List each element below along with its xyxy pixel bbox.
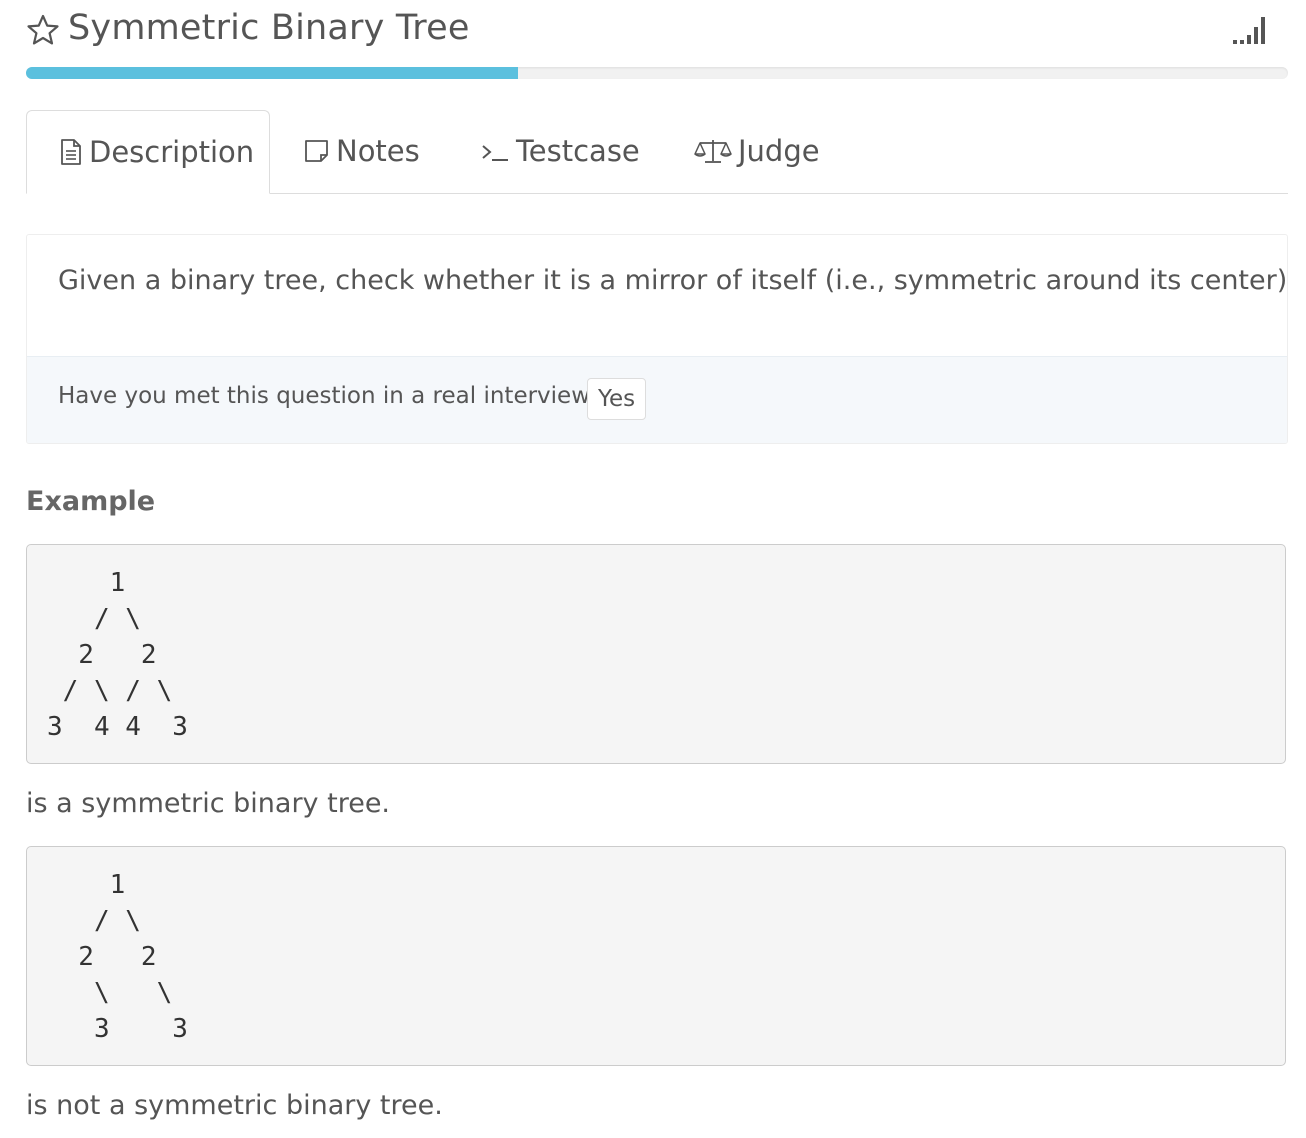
progress-bar-fill	[26, 67, 519, 79]
document-icon	[61, 139, 81, 165]
terminal-icon	[482, 145, 508, 161]
example-caption-not-symmetric: is not a symmetric binary tree.	[26, 1090, 443, 1121]
tab-testcase[interactable]: Testcase	[480, 110, 640, 192]
difficulty-signal-icon	[1233, 17, 1265, 44]
tab-description-label: Description	[89, 135, 255, 169]
example-caption-symmetric: is a symmetric binary tree.	[26, 788, 391, 819]
balance-scale-icon	[694, 140, 732, 163]
star-icon[interactable]	[26, 14, 60, 46]
yes-button[interactable]: Yes	[587, 378, 647, 420]
tab-notes-label: Notes	[336, 134, 420, 168]
example-tree-symmetric: 1 / \ 2 2 / \ / \ 3 4 4 3	[26, 544, 1286, 764]
tab-notes[interactable]: Notes	[304, 110, 420, 192]
interview-question-label: Have you met this question in a real int…	[58, 383, 603, 409]
example-tree-not-symmetric: 1 / \ 2 2 \ \ 3 3	[26, 846, 1286, 1066]
interview-footer: Have you met this question in a real int…	[27, 356, 1287, 443]
note-icon	[305, 140, 328, 162]
tab-testcase-label: Testcase	[516, 134, 640, 168]
description-panel: Given a binary tree, check whether it is…	[26, 234, 1288, 444]
problem-tabs: Description Notes Testcase Judge	[26, 110, 1288, 194]
problem-description: Given a binary tree, check whether it is…	[58, 265, 1288, 296]
problem-header: Symmetric Binary Tree	[26, 0, 1288, 60]
problem-title: Symmetric Binary Tree	[68, 8, 470, 48]
progress-bar	[26, 67, 1288, 79]
tab-description[interactable]: Description	[26, 110, 270, 194]
example-heading: Example	[26, 486, 156, 517]
tab-judge[interactable]: Judge	[694, 110, 820, 192]
tab-judge-label: Judge	[738, 134, 820, 168]
